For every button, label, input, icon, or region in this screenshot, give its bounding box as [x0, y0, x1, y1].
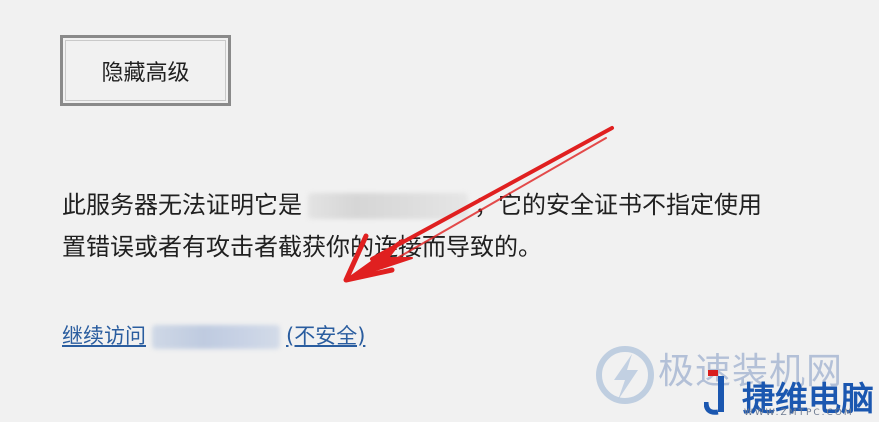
- proceed-unsafe-link[interactable]: 继续访问 (不安全): [62, 324, 366, 349]
- proceed-prefix: 继续访问: [62, 324, 146, 348]
- lightning-logo-icon: [596, 346, 654, 404]
- message-line-1: 此服务器无法证明它是 ；它的安全证书不指定使用: [62, 184, 879, 226]
- watermark: 极速装机网 捷维电脑 WWW.ZMTPC.COM: [592, 338, 879, 422]
- certificate-error-message: 此服务器无法证明它是 ；它的安全证书不指定使用 置错误或者有攻击者截获你的连接而导…: [62, 184, 879, 268]
- redacted-hostname: [308, 193, 468, 219]
- hide-advanced-button[interactable]: 隐藏高级: [60, 35, 231, 106]
- proceed-link-row: 继续访问 (不安全): [62, 320, 365, 350]
- message-line1-before: 此服务器无法证明它是: [62, 191, 302, 219]
- watermark-url: WWW.ZMTPC.COM: [744, 408, 854, 418]
- message-line1-after: ；它的安全证书不指定使用: [474, 191, 762, 219]
- message-line-2: 置错误或者有攻击者截获你的连接而导致的。: [62, 233, 542, 261]
- red-marker-icon: [704, 370, 724, 415]
- proceed-suffix: (不安全): [286, 324, 366, 348]
- redacted-link-host: [152, 325, 280, 349]
